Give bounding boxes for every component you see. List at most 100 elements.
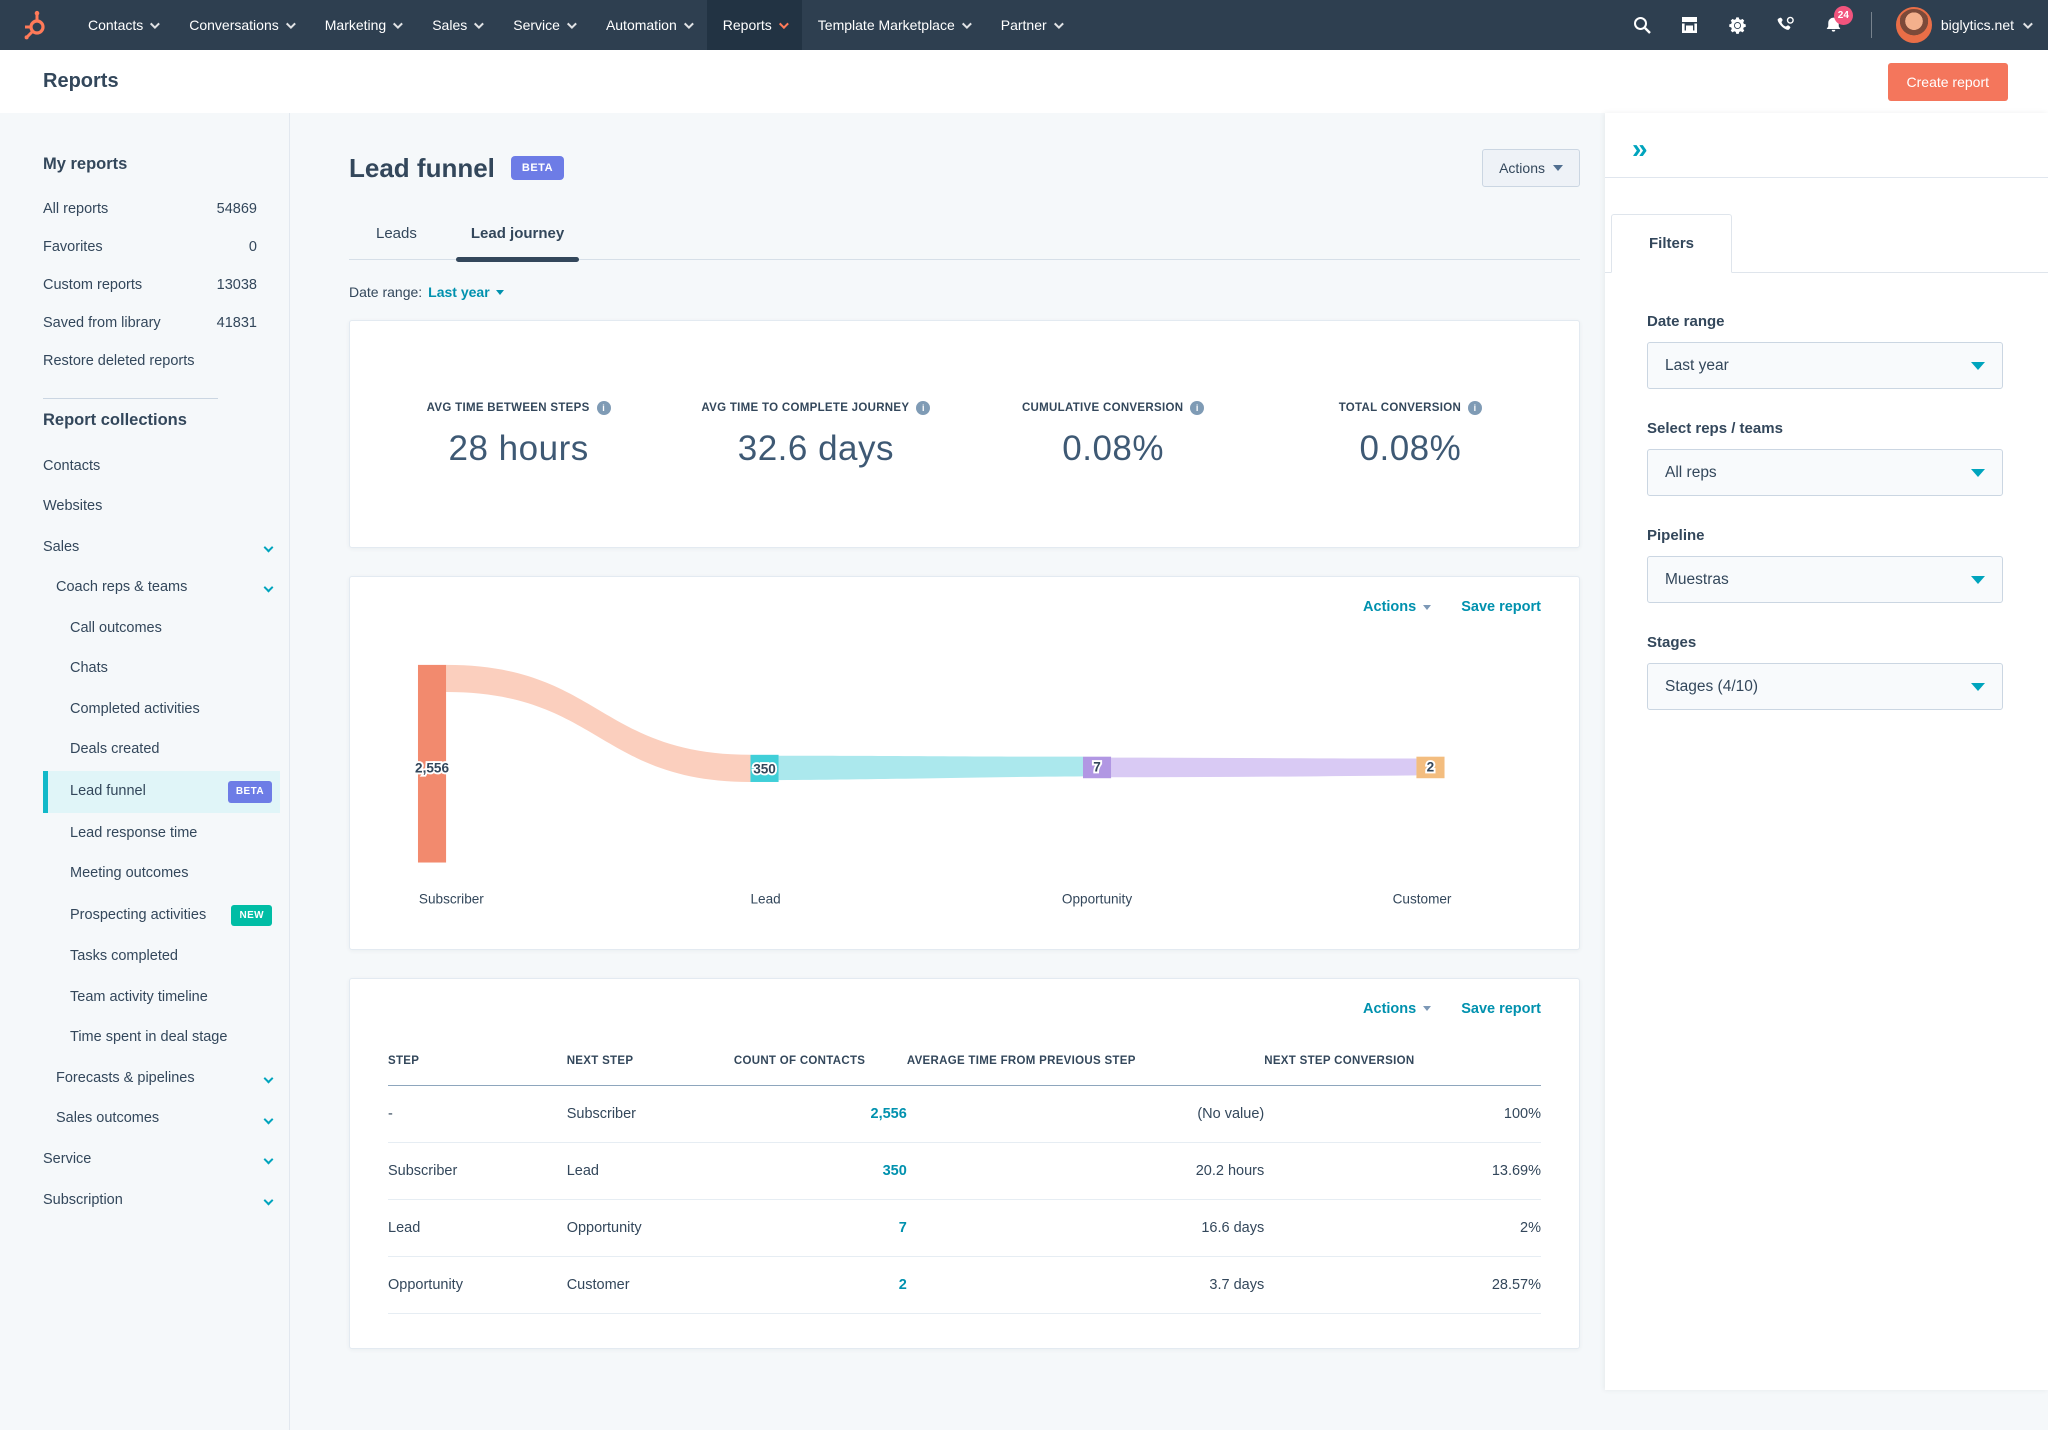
collection-item-label: Websites — [43, 498, 103, 515]
col-header-step: STEP — [388, 1040, 567, 1086]
chevron-down-icon[interactable] — [263, 1154, 274, 1165]
collection-item[interactable]: Service — [43, 1139, 280, 1180]
count-of-contacts-link[interactable]: 2,556 — [871, 1106, 907, 1122]
my-reports-heading: My reports — [43, 155, 128, 173]
nav-item[interactable]: Marketing — [309, 0, 416, 50]
collection-item[interactable]: Tasks completed — [43, 937, 280, 978]
collection-item[interactable]: Team activity timeline — [43, 977, 280, 1018]
reports-sidebar: My reports All reports 54869 Favorites 0… — [0, 113, 290, 1430]
collection-item[interactable]: Sales — [43, 527, 280, 568]
collection-item[interactable]: Contacts — [43, 446, 280, 487]
stage-label-subscriber: Subscriber — [419, 892, 484, 907]
notification-count-badge: 24 — [1833, 6, 1853, 25]
sidebar-item[interactable]: Restore deleted reports — [43, 342, 257, 380]
account-name: biglytics.net — [1940, 17, 2014, 33]
count-of-contacts-link[interactable]: 350 — [883, 1163, 907, 1179]
table-actions-link[interactable]: Actions — [1363, 1001, 1432, 1017]
chevron-down-icon[interactable] — [263, 1114, 274, 1125]
calling-icon[interactable] — [1765, 0, 1807, 50]
date-range-row: Date range: Last year — [349, 284, 1580, 300]
collection-item[interactable]: Websites — [43, 487, 280, 528]
collection-item[interactable]: Sales outcomes — [43, 1099, 280, 1140]
count-of-contacts-link[interactable]: 2 — [899, 1277, 907, 1293]
info-icon[interactable]: i — [1190, 400, 1205, 415]
info-icon[interactable]: i — [1468, 400, 1483, 415]
nav-item[interactable]: Sales — [416, 0, 497, 50]
collection-item[interactable]: Lead funnel BETA — [43, 770, 280, 813]
filter-label: Pipeline — [1647, 527, 1705, 544]
cell-next-step: Customer — [566, 1256, 734, 1314]
collection-item[interactable]: Subscription — [43, 1180, 280, 1221]
cell-next-step: Opportunity — [566, 1199, 734, 1257]
settings-gear-icon[interactable] — [1717, 0, 1759, 50]
chart-actions-link[interactable]: Actions — [1363, 599, 1432, 615]
chevron-down-icon[interactable] — [263, 542, 274, 553]
nav-item-label: Template Marketplace — [817, 17, 955, 33]
nav-item[interactable]: Partner — [985, 0, 1077, 50]
report-tabs: Leads Lead journey — [349, 221, 1580, 262]
caret-down-icon — [1553, 165, 1563, 171]
collection-item[interactable]: Call outcomes — [43, 608, 280, 649]
collection-item[interactable]: Completed activities — [43, 689, 280, 730]
collapse-panel-icon[interactable]: » — [1632, 133, 1648, 164]
save-report-link[interactable]: Save report — [1461, 599, 1541, 615]
sidebar-item-label: Restore deleted reports — [43, 353, 195, 369]
metric-value: 28 hours — [448, 429, 589, 469]
hubspot-logo-icon[interactable] — [0, 0, 72, 50]
chevron-down-icon[interactable] — [263, 583, 274, 593]
sidebar-item[interactable]: All reports 54869 — [43, 190, 257, 228]
collection-item[interactable]: Prospecting activities NEW — [43, 894, 280, 937]
notifications-bell-icon[interactable]: 24 — [1813, 0, 1855, 50]
nav-item[interactable]: Conversations — [173, 0, 309, 50]
node-value-subscriber: 2,556 — [415, 761, 449, 776]
nav-item[interactable]: Template Marketplace — [802, 0, 985, 50]
create-report-button[interactable]: Create report — [1887, 62, 2008, 101]
collection-item[interactable]: Meeting outcomes — [43, 854, 280, 895]
filter-select[interactable]: All reps — [1647, 449, 2003, 496]
nav-item[interactable]: Service — [497, 0, 590, 50]
sidebar-item-label: All reports — [43, 201, 109, 217]
tab-filters[interactable]: Filters — [1611, 214, 1733, 273]
nav-item-label: Sales — [432, 17, 468, 33]
nav-item-label: Marketing — [324, 17, 387, 33]
collection-item[interactable]: Time spent in deal stage — [43, 1018, 280, 1059]
nav-item[interactable]: Contacts — [72, 0, 173, 50]
filter-select[interactable]: Stages (4/10) — [1647, 663, 2003, 710]
metric: AVG TIME BETWEEN STEPS i 28 hours — [370, 399, 667, 469]
count-of-contacts-link[interactable]: 7 — [899, 1220, 907, 1236]
flow-subscriber-lead — [446, 664, 751, 782]
report-tab[interactable]: Leads — [349, 221, 444, 259]
report-collections-heading: Report collections — [43, 411, 187, 429]
nav-item[interactable]: Reports — [706, 0, 802, 50]
table-row: Opportunity Customer 2 3.7 days 28.57% — [388, 1256, 1541, 1314]
info-icon[interactable]: i — [596, 400, 611, 415]
chevron-down-icon[interactable] — [263, 1195, 274, 1206]
chevron-down-icon — [285, 18, 296, 29]
marketplace-icon[interactable] — [1669, 0, 1711, 50]
sidebar-item[interactable]: Custom reports 13038 — [43, 266, 257, 304]
caret-down-icon — [1971, 682, 1985, 691]
nav-item[interactable]: Automation — [590, 0, 707, 50]
sidebar-item[interactable]: Saved from library 41831 — [43, 304, 257, 342]
cell-next-step: Subscriber — [566, 1085, 734, 1143]
filter-select[interactable]: Muestras — [1647, 556, 2003, 603]
date-range-value[interactable]: Last year — [428, 284, 489, 300]
node-value-customer: 2 — [1427, 760, 1435, 775]
collection-item[interactable]: Chats — [43, 649, 280, 690]
chevron-down-icon[interactable] — [263, 1073, 274, 1084]
report-tab[interactable]: Lead journey — [444, 221, 591, 262]
report-actions-button[interactable]: Actions — [1482, 149, 1580, 187]
sidebar-item[interactable]: Favorites 0 — [43, 228, 257, 266]
collection-item[interactable]: Deals created — [43, 730, 280, 771]
filter-select[interactable]: Last year — [1647, 342, 2003, 389]
search-icon[interactable] — [1621, 0, 1663, 50]
collection-item[interactable]: Coach reps & teams — [43, 568, 280, 609]
collection-item[interactable]: Forecasts & pipelines — [43, 1058, 280, 1099]
info-icon[interactable]: i — [916, 400, 931, 415]
node-value-lead: 350 — [753, 762, 776, 777]
metric: AVG TIME TO COMPLETE JOURNEY i 32.6 days — [667, 399, 964, 469]
account-menu[interactable]: biglytics.net — [1895, 7, 2033, 43]
collection-item[interactable]: Lead response time — [43, 813, 280, 854]
save-report-link[interactable]: Save report — [1461, 1001, 1541, 1017]
col-header-next-step: NEXT STEP — [566, 1040, 734, 1086]
